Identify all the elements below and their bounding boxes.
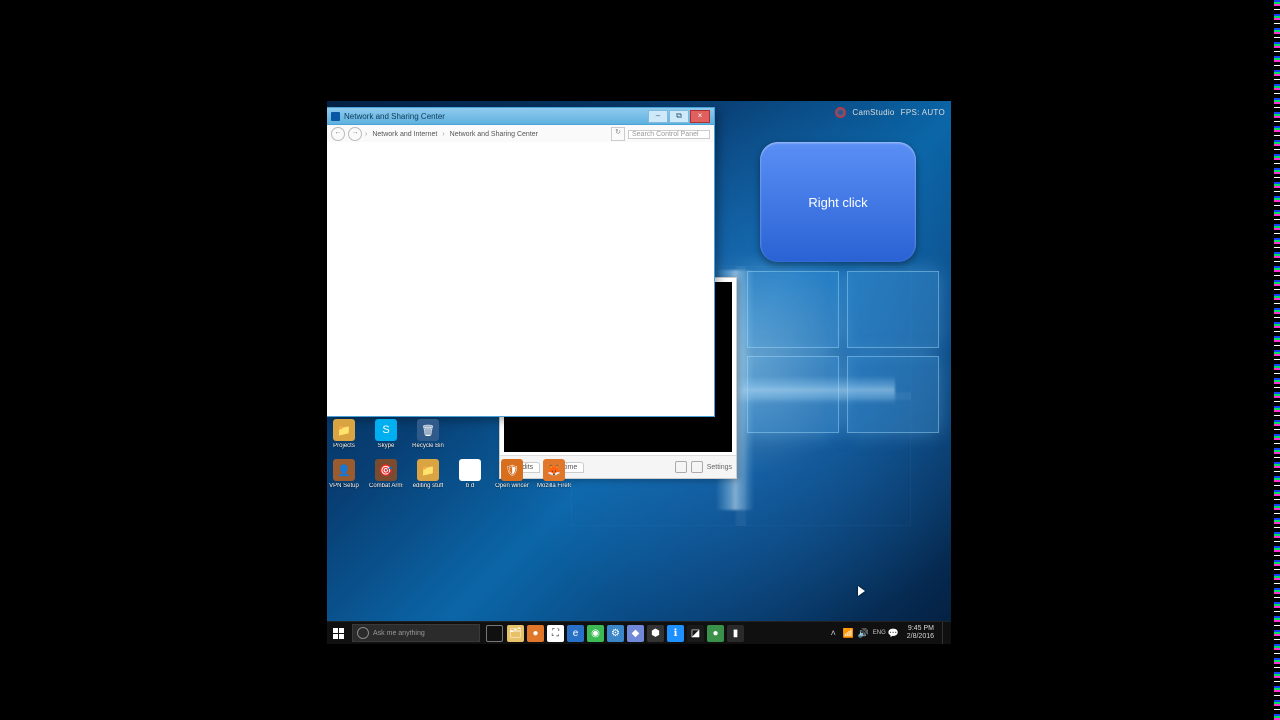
- action-center-icon[interactable]: 💬: [888, 628, 899, 639]
- breadcrumb-sep: ›: [442, 131, 444, 138]
- breadcrumb-2[interactable]: Network and Sharing Center: [448, 131, 540, 138]
- recorder-mini-btn[interactable]: [675, 461, 687, 473]
- instruction-callout: Right click: [760, 142, 916, 262]
- desktop-icon-blank-doc[interactable]: b d: [455, 459, 485, 490]
- control-panel-window[interactable]: Network and Sharing Center – ⧉ × ← → › N…: [327, 107, 715, 417]
- screen-recorder-overlay: CamStudio FPS: AUTO: [835, 107, 945, 118]
- cortana-placeholder: Ask me anything: [373, 630, 425, 637]
- record-icon: [835, 107, 846, 118]
- windows-logo-icon: [333, 628, 344, 639]
- video-edge-noise: [1274, 0, 1280, 720]
- recorder-brand: CamStudio: [852, 108, 894, 117]
- desktop-icon-label: editing stuff: [413, 483, 444, 490]
- firefox-icon: 🦊: [543, 459, 565, 481]
- openvpn-icon: 🛡: [501, 459, 523, 481]
- wallpaper-pane: [747, 356, 839, 433]
- taskbar-pin-info[interactable]: ℹ: [667, 625, 684, 642]
- desktop-icon-label: Skype: [378, 443, 395, 450]
- desktop-icon-vpn-setup[interactable]: 👤 VPN Setup: [329, 459, 359, 490]
- taskbar-pin-file-explorer[interactable]: 🗂: [507, 625, 524, 642]
- desktop-icon-label: Projects: [333, 443, 355, 450]
- search-input[interactable]: Search Control Panel: [628, 130, 710, 139]
- refresh-button[interactable]: ↻: [611, 127, 625, 141]
- taskbar-pin-nvidia[interactable]: ◪: [687, 625, 704, 642]
- taskbar-pin-camstudio[interactable]: ●: [707, 625, 724, 642]
- taskbar-pin-chrome[interactable]: ◉: [587, 625, 604, 642]
- start-button[interactable]: [327, 622, 349, 644]
- desktop-icon-editing-stuff[interactable]: 📁 editing stuff: [413, 459, 443, 490]
- window-title: Network and Sharing Center: [344, 112, 445, 121]
- tray-chevron-up-icon[interactable]: ˄: [828, 628, 839, 639]
- vpn-setup-icon: 👤: [333, 459, 355, 481]
- taskbar-pin-cmd[interactable]: ▮: [727, 625, 744, 642]
- desktop-icon-label: Combat Arms: [369, 483, 403, 490]
- desktop-icon-projects[interactable]: 📁 Projects: [329, 419, 359, 450]
- volume-icon[interactable]: 🔊: [858, 628, 869, 639]
- task-view-button[interactable]: [486, 625, 503, 642]
- recyclebin-icon: 🗑: [417, 419, 439, 441]
- recorder-fps: FPS: AUTO: [901, 108, 945, 117]
- taskbar-clock[interactable]: 9:45 PM 2/8/2016: [907, 625, 934, 641]
- callout-text: Right click: [808, 195, 867, 210]
- minimize-button[interactable]: –: [648, 110, 668, 123]
- desktop-icon-label: Mozilla Firefox: [537, 483, 571, 490]
- nav-back-button[interactable]: ←: [331, 127, 345, 141]
- desktop-icon-label: Open wincer: [495, 483, 529, 490]
- wallpaper-pane: [747, 271, 839, 348]
- language-indicator[interactable]: ENG: [873, 628, 884, 639]
- taskbar-pin-firefox[interactable]: ●: [527, 625, 544, 642]
- letterboxed-stage: CamStudio FPS: AUTO Right click Credits …: [0, 0, 1280, 720]
- desktop-icon-label: Recycle Bin: [412, 443, 444, 450]
- clock-date: 2/8/2016: [907, 633, 934, 641]
- recorder-settings-link[interactable]: Settings: [707, 464, 732, 471]
- taskbar-pin-control-panel[interactable]: ⚙: [607, 625, 624, 642]
- desktop-icon-openvpn[interactable]: 🛡 Open wincer: [497, 459, 527, 490]
- maximize-button[interactable]: ⧉: [669, 110, 689, 123]
- cortana-search[interactable]: Ask me anything: [352, 624, 480, 642]
- taskbar-pin-discord[interactable]: ◆: [627, 625, 644, 642]
- combat-arms-icon: 🎯: [375, 459, 397, 481]
- taskbar-pin-obs[interactable]: ⬢: [647, 625, 664, 642]
- desktop-icon-firefox[interactable]: 🦊 Mozilla Firefox: [539, 459, 569, 490]
- desktop-icon-combat-arms[interactable]: 🎯 Combat Arms: [371, 459, 401, 490]
- control-panel-icon: [331, 112, 340, 121]
- show-desktop-button[interactable]: [942, 622, 947, 644]
- desktop-icon-recyclebin[interactable]: 🗑 Recycle Bin: [413, 419, 443, 450]
- clock-time: 9:45 PM: [907, 625, 934, 633]
- projects-icon: 📁: [333, 419, 355, 441]
- windows-desktop: CamStudio FPS: AUTO Right click Credits …: [327, 101, 951, 644]
- wallpaper-pane: [847, 356, 939, 433]
- window-titlebar[interactable]: Network and Sharing Center – ⧉ ×: [327, 108, 714, 125]
- desktop-icon-label: VPN Setup: [329, 483, 359, 490]
- desktop-icons-row: 📁 Projects S Skype 🗑 Recycle Bin: [329, 419, 443, 450]
- breadcrumb-sep: ›: [365, 131, 367, 138]
- breadcrumb-1[interactable]: Network and Internet: [370, 131, 439, 138]
- control-panel-content: [327, 142, 714, 416]
- taskbar: Ask me anything 🗂●⛶e◉⚙◆⬢ℹ◪●▮ ˄ 📶 🔊 ENG 💬…: [327, 621, 951, 644]
- nav-forward-button[interactable]: →: [348, 127, 362, 141]
- taskbar-pin-store[interactable]: ⛶: [547, 625, 564, 642]
- taskbar-pin-edge[interactable]: e: [567, 625, 584, 642]
- skype-icon: S: [375, 419, 397, 441]
- blank-doc-icon: [459, 459, 481, 481]
- network-icon[interactable]: 📶: [843, 628, 854, 639]
- desktop-icon-skype[interactable]: S Skype: [371, 419, 401, 450]
- taskbar-pinned-apps: 🗂●⛶e◉⚙◆⬢ℹ◪●▮: [507, 625, 744, 642]
- recorder-mini-btn[interactable]: [691, 461, 703, 473]
- wallpaper-pane: [847, 271, 939, 348]
- system-tray: ˄ 📶 🔊 ENG 💬 9:45 PM 2/8/2016: [828, 622, 951, 644]
- desktop-icon-label: b d: [466, 483, 474, 490]
- cortana-icon: [357, 627, 369, 639]
- close-button[interactable]: ×: [690, 110, 710, 123]
- desktop-icons-row: 👤 VPN Setup 🎯 Combat Arms 📁 editing stuff b d 🛡…: [329, 459, 569, 490]
- editing-stuff-icon: 📁: [417, 459, 439, 481]
